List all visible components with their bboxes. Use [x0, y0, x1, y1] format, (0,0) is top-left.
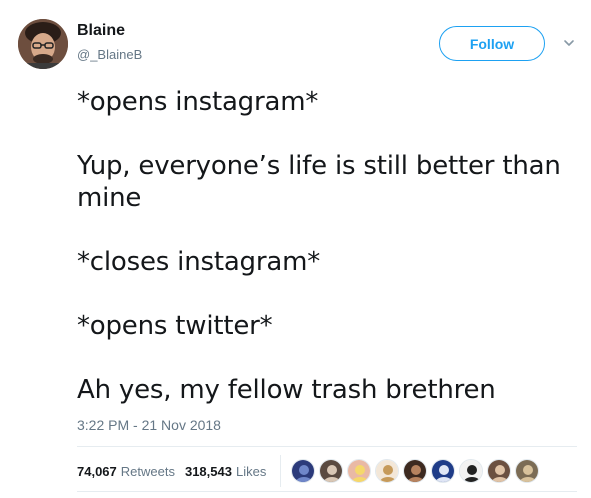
liker-avatar[interactable]: [431, 459, 456, 483]
tweet-line: *opens twitter*: [77, 311, 273, 341]
tweet-line: *opens instagram*: [77, 87, 319, 117]
tweet-stats: 74,067 Retweets 318,543 Likes: [77, 455, 543, 487]
tweet-line: *closes instagram*: [77, 247, 321, 277]
likes-count: 318,543: [184, 463, 232, 479]
chevron-down-icon[interactable]: [562, 36, 576, 50]
liker-avatar[interactable]: [487, 459, 512, 483]
liker-avatars: [291, 459, 543, 483]
stats-separator: [280, 455, 282, 487]
retweets-label: Retweets: [120, 463, 175, 479]
likes-label: Likes: [235, 463, 267, 479]
retweets-stat[interactable]: 74,067 Retweets: [77, 464, 175, 479]
tweet-card: Blaine @_BlaineB Follow *opens instagram…: [0, 0, 591, 498]
user-handle[interactable]: @_BlaineB: [77, 47, 142, 62]
tweet-timestamp[interactable]: 3:22 PM - 21 Nov 2018: [77, 417, 221, 433]
liker-avatar[interactable]: [403, 459, 428, 483]
liker-avatar[interactable]: [459, 459, 484, 483]
retweets-count: 74,067: [77, 463, 117, 479]
tweet-line: mine: [77, 183, 142, 213]
tweet-line: Ah yes, my fellow trash brethren: [77, 375, 496, 405]
liker-avatar[interactable]: [291, 459, 316, 483]
tweet-line: Yup, everyone’s life is still better tha…: [77, 151, 561, 181]
follow-button[interactable]: Follow: [439, 26, 545, 61]
divider: [77, 446, 577, 447]
tweet-text: *opens instagram* Yup, everyone’s life i…: [77, 86, 567, 406]
liker-avatar[interactable]: [375, 459, 400, 483]
liker-avatar[interactable]: [515, 459, 540, 483]
liker-avatar[interactable]: [347, 459, 372, 483]
liker-avatar[interactable]: [319, 459, 344, 483]
display-name[interactable]: Blaine: [77, 22, 125, 40]
avatar[interactable]: [18, 19, 68, 69]
likes-stat[interactable]: 318,543 Likes: [185, 464, 266, 479]
divider: [77, 491, 577, 492]
